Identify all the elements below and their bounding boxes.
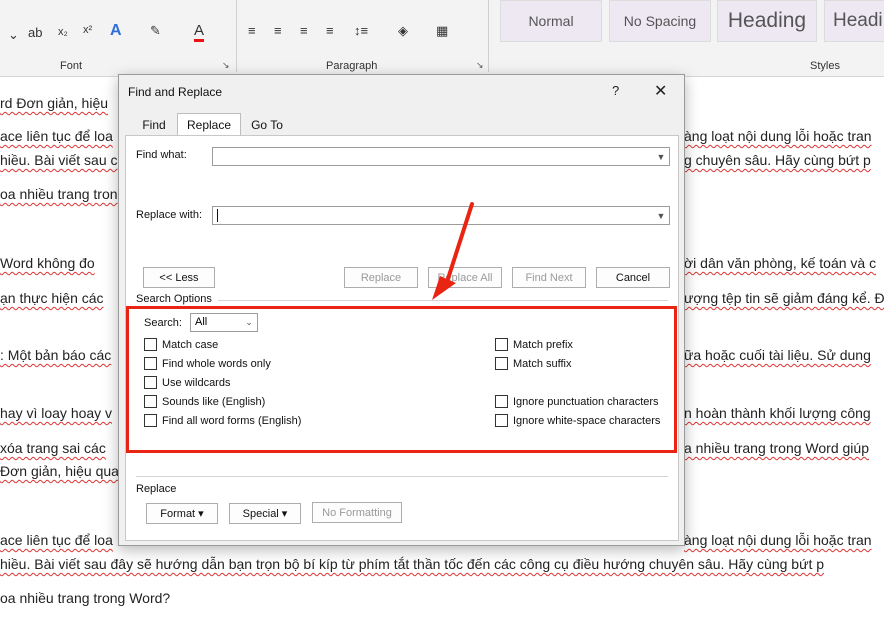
- annotation-arrow: [432, 202, 474, 300]
